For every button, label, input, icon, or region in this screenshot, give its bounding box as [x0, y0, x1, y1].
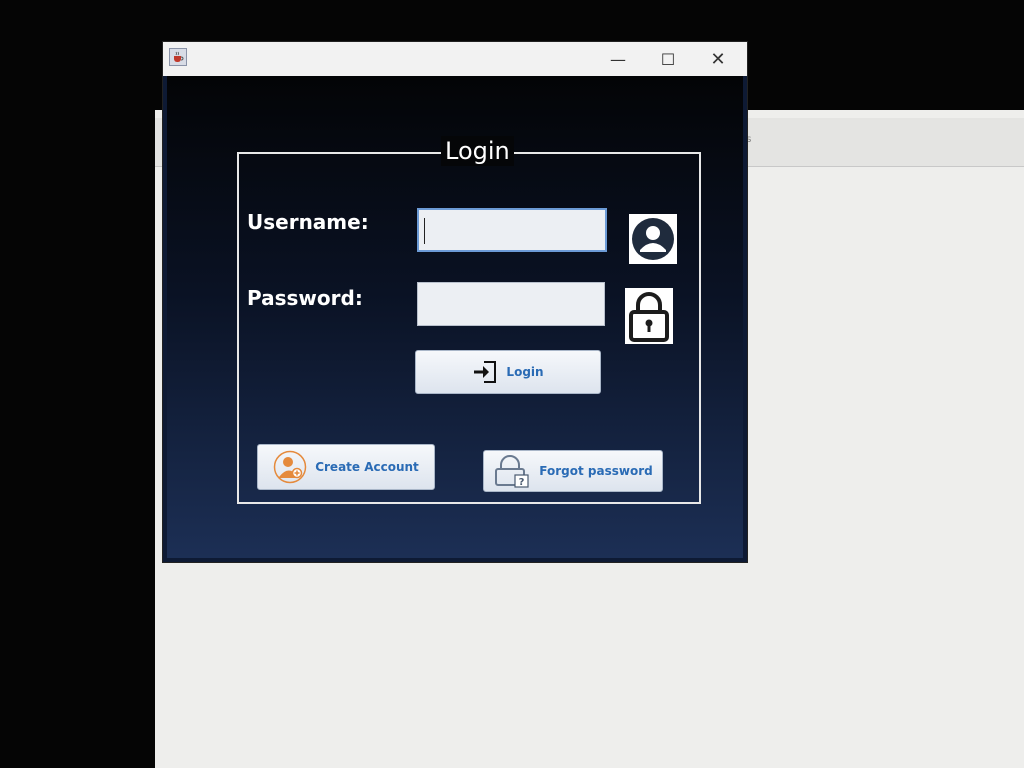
- create-account-label: Create Account: [315, 460, 419, 474]
- lock-question-icon: ?: [493, 454, 531, 488]
- login-button[interactable]: Login: [415, 350, 601, 394]
- sign-in-icon: [472, 359, 498, 385]
- login-group-title: Login: [441, 136, 514, 166]
- minimize-button[interactable]: —: [595, 42, 641, 76]
- java-cup-icon: [169, 48, 187, 66]
- maximize-button[interactable]: ☐: [645, 42, 691, 76]
- login-content: Login Username: Password: Login Create A…: [167, 76, 743, 558]
- add-user-icon: [273, 450, 307, 484]
- password-label: Password:: [247, 286, 363, 310]
- title-bar[interactable]: — ☐ ✕: [163, 42, 747, 76]
- text-caret: [424, 218, 425, 244]
- login-window: — ☐ ✕ Login Username: Password: Login Cr…: [163, 42, 747, 562]
- svg-text:?: ?: [519, 477, 525, 488]
- user-avatar-icon: [629, 214, 677, 264]
- username-label: Username:: [247, 210, 369, 234]
- forgot-password-button[interactable]: ? Forgot password: [483, 450, 663, 492]
- padlock-icon: [625, 288, 673, 344]
- login-button-label: Login: [506, 365, 544, 379]
- forgot-password-label: Forgot password: [539, 464, 653, 478]
- password-input[interactable]: [417, 282, 605, 326]
- username-input[interactable]: [417, 208, 607, 252]
- create-account-button[interactable]: Create Account: [257, 444, 435, 490]
- close-button[interactable]: ✕: [695, 42, 741, 76]
